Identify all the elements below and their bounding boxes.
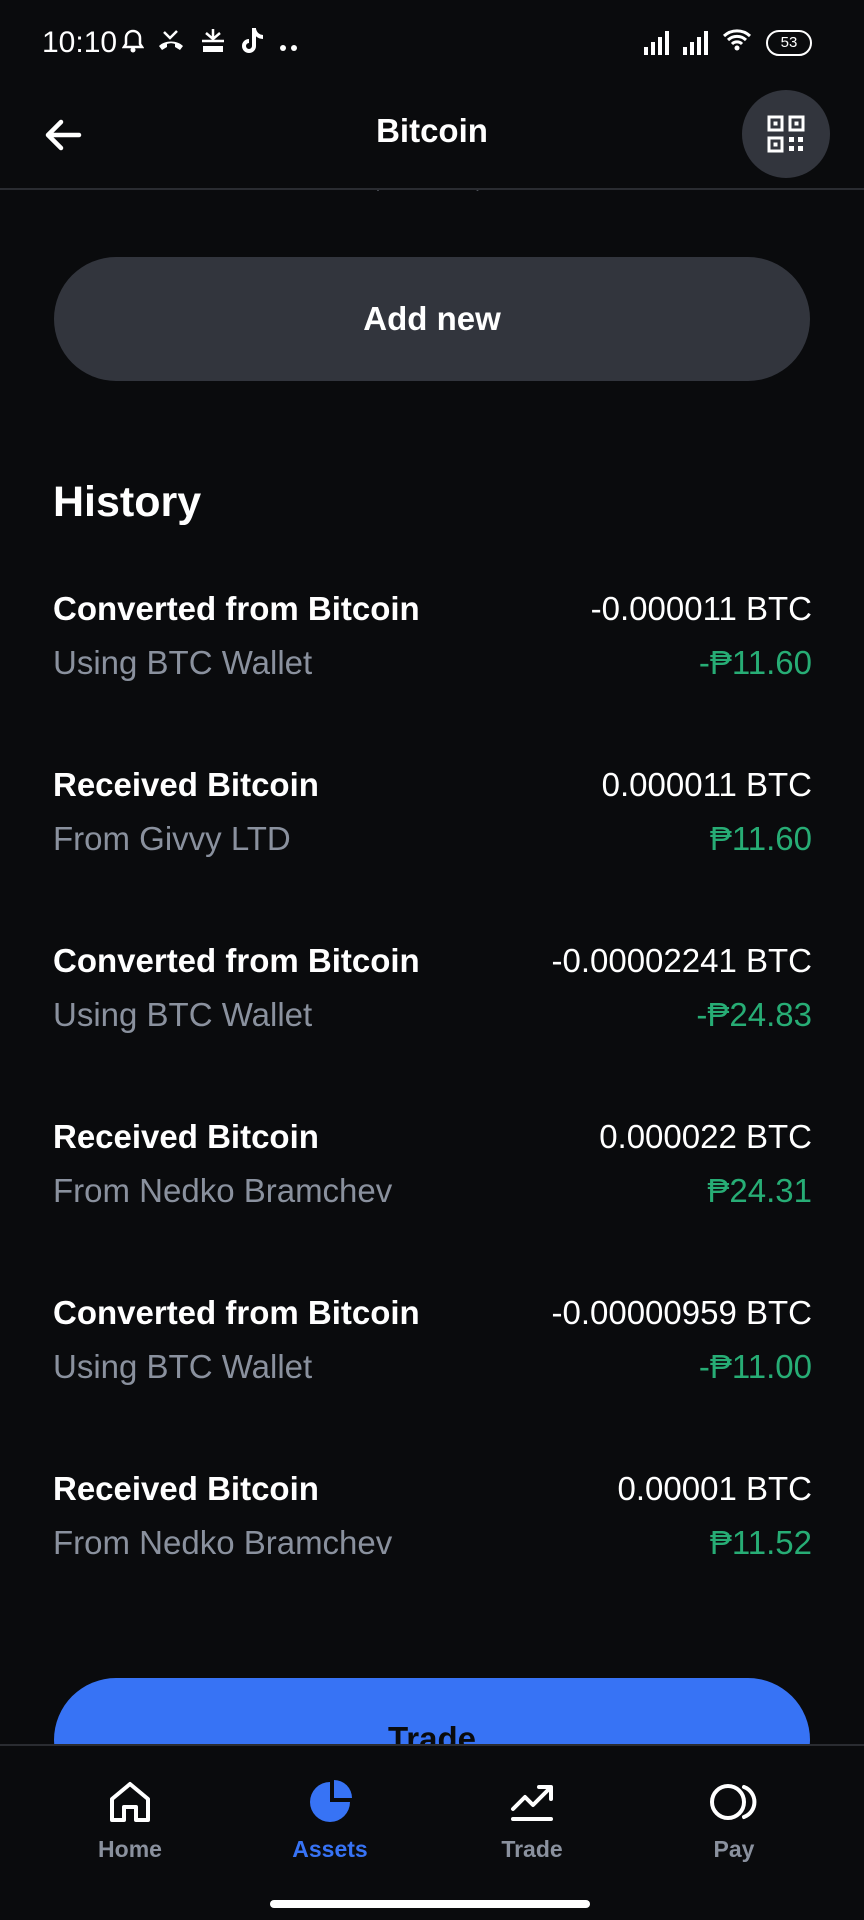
history-item-subtitle: From Nedko Bramchev [53, 1172, 393, 1209]
nav-trade[interactable]: Trade [452, 1774, 612, 1863]
history-item-title: Received Bitcoin [53, 1470, 319, 1507]
home-indicator[interactable] [270, 1900, 590, 1908]
history-item-fiat: ₱24.31 [707, 1172, 812, 1209]
history-list: Converted from Bitcoin Using BTC Wallet … [53, 588, 812, 1644]
history-item-fiat: ₱11.60 [709, 820, 812, 857]
nav-pay-label: Pay [713, 1836, 755, 1862]
bottom-navigation: Home Assets Trade Pay [0, 1744, 864, 1920]
pay-icon [710, 1784, 757, 1820]
history-item[interactable]: Received Bitcoin From Nedko Bramchev 0.0… [53, 1468, 812, 1644]
history-item[interactable]: Received Bitcoin From Nedko Bramchev 0.0… [53, 1116, 812, 1292]
page-title: Bitcoin [376, 112, 488, 149]
history-item-amount: -0.00002241 BTC [551, 942, 812, 979]
nav-home[interactable]: Home [50, 1774, 210, 1863]
more-notifications-icon [278, 30, 300, 62]
history-item-amount: 0.000022 BTC [599, 1118, 812, 1155]
history-item-subtitle: Using BTC Wallet [53, 996, 313, 1033]
qr-code-icon [767, 115, 805, 153]
history-item[interactable]: Converted from Bitcoin Using BTC Wallet … [53, 1292, 812, 1468]
history-item-subtitle: Using BTC Wallet [53, 1348, 313, 1385]
history-item-title: Converted from Bitcoin [53, 590, 420, 627]
home-icon [110, 1782, 150, 1822]
history-item[interactable]: Converted from Bitcoin Using BTC Wallet … [53, 588, 812, 764]
history-item-title: Converted from Bitcoin [53, 942, 420, 979]
history-heading: History [53, 478, 202, 526]
app-header: Bitcoin [0, 90, 864, 190]
nav-assets-label: Assets [292, 1836, 368, 1862]
alarm-icon [121, 28, 145, 63]
history-item-fiat: -₱11.00 [698, 1348, 812, 1385]
qr-code-button[interactable] [742, 90, 830, 178]
status-bar: 10:10 53 [0, 0, 864, 90]
add-new-button[interactable]: Add new [54, 257, 810, 381]
history-item-amount: -0.000011 BTC [590, 590, 812, 627]
history-item-title: Received Bitcoin [53, 766, 319, 803]
wifi-icon [722, 28, 752, 57]
history-item-fiat: -₱24.83 [696, 996, 812, 1033]
nav-trade-label: Trade [501, 1836, 563, 1862]
tiktok-icon [240, 26, 266, 65]
history-item-fiat: ₱11.52 [709, 1524, 812, 1561]
history-item[interactable]: Converted from Bitcoin Using BTC Wallet … [53, 940, 812, 1116]
history-item-amount: 0.00001 BTC [617, 1470, 812, 1507]
nav-assets[interactable]: Assets [250, 1774, 410, 1863]
nav-home-label: Home [98, 1836, 162, 1862]
notification-icons [121, 26, 300, 65]
trend-up-icon [511, 1785, 553, 1821]
history-item-subtitle: Using BTC Wallet [53, 644, 313, 681]
system-status-icons: 53 [644, 28, 812, 57]
history-item-fiat: -₱11.60 [698, 644, 812, 681]
missed-call-icon [156, 28, 186, 63]
history-item-title: Converted from Bitcoin [53, 1294, 420, 1331]
history-item-amount: -0.00000959 BTC [551, 1294, 812, 1331]
battery-indicator: 53 [766, 29, 812, 56]
signal-icon-2 [683, 30, 708, 55]
status-time: 10:10 [42, 26, 118, 59]
history-item-title: Received Bitcoin [53, 1118, 319, 1155]
pie-chart-icon [310, 1780, 352, 1822]
history-item-amount: 0.000011 BTC [601, 766, 812, 803]
screen: 10:10 53 ………, … [0, 0, 864, 1920]
history-item-subtitle: From Nedko Bramchev [53, 1524, 393, 1561]
signal-icon [644, 30, 669, 55]
nav-pay[interactable]: Pay [654, 1774, 814, 1863]
history-item-subtitle: From Givvy LTD [53, 820, 291, 857]
history-item[interactable]: Received Bitcoin From Givvy LTD 0.000011… [53, 764, 812, 940]
social-app-icon [198, 27, 228, 64]
